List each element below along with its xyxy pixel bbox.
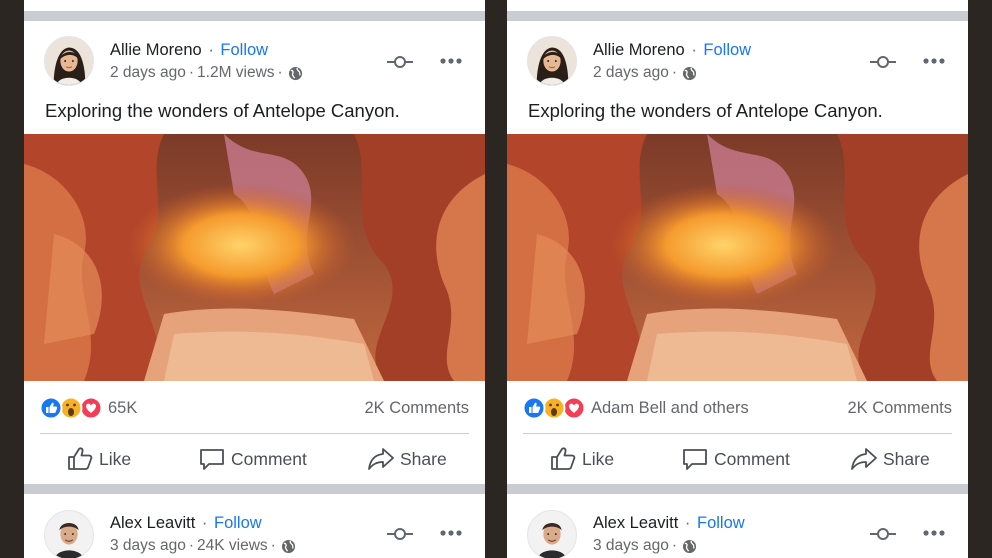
pin-icon[interactable] [869, 55, 897, 69]
separator-dot: · [684, 514, 691, 532]
post-meta: 2 days ago · [593, 64, 697, 82]
love-reaction-icon [562, 396, 586, 420]
author-line: Alex Leavitt · Follow [593, 514, 745, 533]
post-time[interactable]: 2 days ago [110, 64, 186, 82]
share-arrow-icon [368, 448, 394, 470]
author-name[interactable]: Alex Leavitt [593, 514, 678, 532]
reaction-summary[interactable]: Adam Bell and others [591, 399, 749, 418]
globe-icon [682, 539, 697, 553]
separator-dot: · [691, 41, 697, 59]
comment-bubble-icon [683, 449, 707, 470]
author-line: Alex Leavitt · Follow [110, 514, 262, 533]
post-time[interactable]: 3 days ago [593, 537, 669, 555]
action-bar: Like Comment Share [24, 441, 485, 477]
comment-button[interactable]: Comment [681, 441, 790, 477]
thumbs-up-icon [551, 447, 576, 470]
comment-count[interactable]: 2K Comments [364, 399, 469, 418]
follow-link[interactable]: Follow [214, 514, 262, 532]
split-comparison: Allie Moreno · Follow 2 days ago · 1.2M … [0, 0, 992, 558]
share-label: Share [400, 448, 447, 469]
share-arrow-icon [851, 448, 877, 470]
like-label: Like [99, 448, 132, 469]
avatar[interactable] [527, 510, 577, 558]
share-button[interactable]: Share [850, 441, 930, 477]
comment-button[interactable]: Comment [198, 441, 307, 477]
separator-dot: · [277, 64, 283, 81]
more-options-icon[interactable] [923, 57, 945, 65]
globe-icon [682, 66, 697, 80]
more-options-icon[interactable] [923, 529, 945, 537]
post-caption: Exploring the wonders of Antelope Canyon… [45, 100, 400, 121]
post-meta: 3 days ago · [593, 537, 697, 555]
next-post-card: Alex Leavitt · Follow 3 days ago · 24K v… [24, 494, 485, 558]
globe-icon [281, 539, 295, 553]
separator-dot: · [188, 537, 195, 554]
comment-label: Comment [714, 448, 790, 469]
pin-icon[interactable] [386, 527, 414, 541]
previous-post-card [507, 0, 968, 11]
wow-reaction-icon [542, 396, 566, 420]
feed-panel-left: Allie Moreno · Follow 2 days ago · 1.2M … [24, 0, 485, 558]
view-count: 1.2M views [197, 64, 275, 81]
reaction-count[interactable]: 65K [108, 399, 137, 418]
post-header: Allie Moreno · Follow 2 days ago · [507, 21, 968, 86]
avatar[interactable] [44, 36, 94, 86]
previous-post-card [24, 0, 485, 11]
reaction-icons[interactable] [39, 395, 103, 421]
post-photo[interactable] [507, 134, 968, 381]
post-photo[interactable] [24, 134, 485, 381]
more-options-icon[interactable] [440, 529, 462, 537]
comment-label: Comment [231, 448, 307, 469]
author-line: Allie Moreno · Follow [593, 41, 751, 60]
feed-panel-right: Allie Moreno · Follow 2 days ago · Explo… [507, 0, 968, 558]
like-reaction-icon [522, 396, 546, 420]
comment-count[interactable]: 2K Comments [847, 399, 952, 418]
next-post-card: Alex Leavitt · Follow 3 days ago · [507, 494, 968, 558]
action-bar: Like Comment Share [507, 441, 968, 477]
avatar[interactable] [44, 510, 94, 558]
post-meta: 3 days ago · 24K views · [110, 537, 296, 555]
like-button[interactable]: Like [66, 441, 131, 477]
author-name[interactable]: Allie Moreno [593, 41, 685, 59]
post-card: Allie Moreno · Follow 2 days ago · 1.2M … [24, 21, 485, 484]
author-name[interactable]: Allie Moreno [110, 41, 202, 59]
post-header: Allie Moreno · Follow 2 days ago · 1.2M … [24, 21, 485, 86]
separator-dot: · [201, 514, 208, 532]
follow-link[interactable]: Follow [220, 41, 268, 59]
separator-dot: · [671, 537, 678, 554]
avatar[interactable] [527, 36, 577, 86]
comment-bubble-icon [200, 449, 224, 470]
view-count: 24K views [197, 537, 268, 554]
wow-reaction-icon [59, 396, 83, 420]
reaction-bar: 65K 2K Comments [24, 395, 485, 421]
reaction-bar: Adam Bell and others 2K Comments [507, 395, 968, 421]
pin-icon[interactable] [386, 55, 414, 69]
separator-dot: · [208, 41, 214, 59]
post-time[interactable]: 2 days ago [593, 64, 669, 82]
separator-dot: · [188, 64, 195, 81]
post-card: Allie Moreno · Follow 2 days ago · Explo… [507, 21, 968, 484]
share-label: Share [883, 448, 930, 469]
like-reaction-icon [39, 396, 63, 420]
like-label: Like [582, 448, 615, 469]
post-time[interactable]: 3 days ago [110, 537, 186, 555]
divider [523, 433, 952, 434]
follow-link[interactable]: Follow [697, 514, 745, 532]
share-button[interactable]: Share [367, 441, 447, 477]
post-caption: Exploring the wonders of Antelope Canyon… [528, 100, 883, 121]
separator-dot: · [671, 64, 678, 81]
author-line: Allie Moreno · Follow [110, 41, 268, 60]
follow-link[interactable]: Follow [703, 41, 751, 59]
author-name[interactable]: Alex Leavitt [110, 514, 195, 532]
post-meta: 2 days ago · 1.2M views · [110, 64, 303, 82]
separator-dot: · [270, 537, 276, 554]
divider [40, 433, 469, 434]
more-options-icon[interactable] [440, 57, 462, 65]
love-reaction-icon [79, 396, 103, 420]
globe-icon [288, 66, 302, 80]
reaction-icons[interactable] [522, 395, 586, 421]
pin-icon[interactable] [869, 527, 897, 541]
like-button[interactable]: Like [549, 441, 614, 477]
thumbs-up-icon [68, 447, 93, 470]
